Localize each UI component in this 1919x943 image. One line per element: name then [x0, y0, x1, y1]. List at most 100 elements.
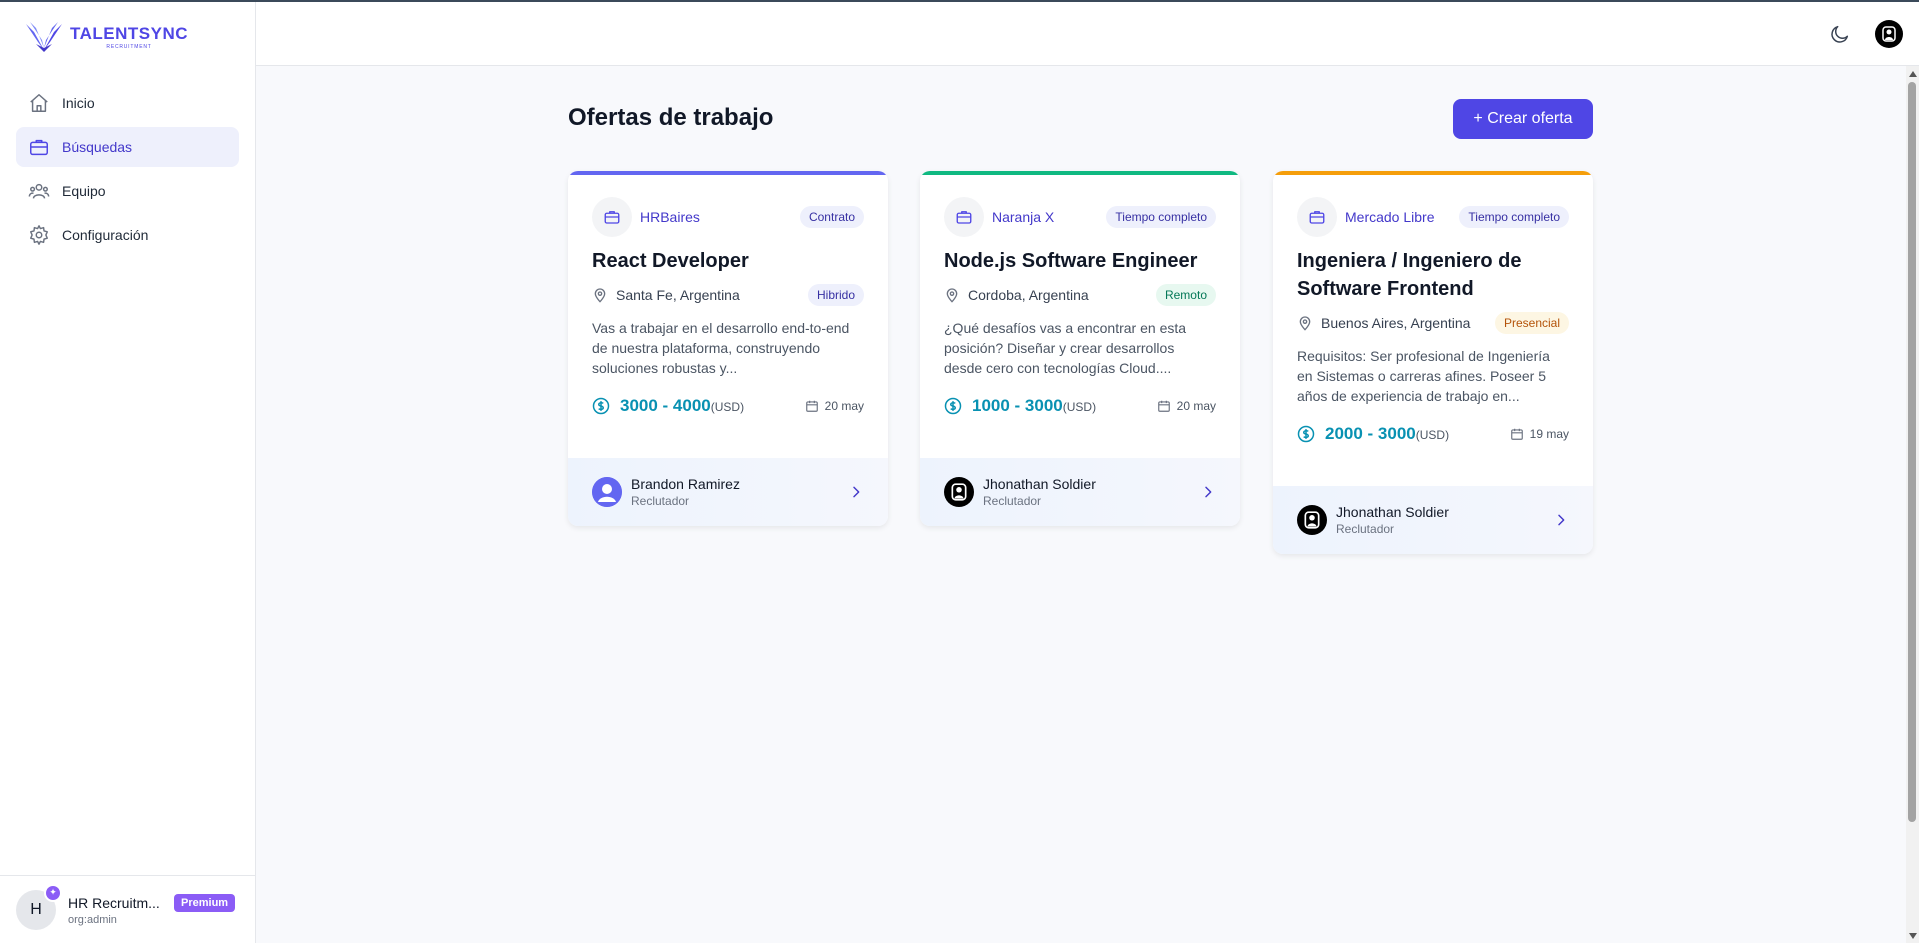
map-pin-icon	[944, 287, 960, 303]
job-card[interactable]: HRBaires Contrato React Developer Santa …	[568, 171, 888, 526]
company-row: HRBaires Contrato	[592, 197, 864, 237]
location-text: Santa Fe, Argentina	[616, 287, 740, 303]
salary-row: 2000 - 3000(USD) 19 may	[1297, 423, 1569, 445]
create-offer-button[interactable]: + Crear oferta	[1453, 99, 1593, 139]
posted-date: 19 may	[1510, 427, 1569, 441]
user-role: org:admin	[68, 913, 117, 926]
home-icon	[28, 92, 50, 114]
salary-range: 3000 - 4000(USD)	[620, 396, 744, 416]
calendar-icon	[1157, 399, 1171, 413]
recruiter-footer[interactable]: Brandon Ramirez Reclutador	[568, 458, 888, 526]
company-name[interactable]: Mercado Libre	[1345, 209, 1459, 225]
user-avatar-icon[interactable]	[1875, 20, 1903, 48]
user-name: HR Recruitm...	[68, 894, 160, 911]
user-row: HR Recruitm... Premium	[68, 893, 236, 912]
dark-profile-avatar-icon	[944, 477, 974, 507]
sidebar-item-busquedas[interactable]: Búsquedas	[16, 127, 239, 167]
briefcase-icon	[1297, 197, 1337, 237]
company-name[interactable]: HRBaires	[640, 209, 800, 225]
chevron-right-icon[interactable]	[1200, 484, 1216, 500]
card-body: Naranja X Tiempo completo Node.js Softwa…	[920, 175, 1240, 417]
app-logo[interactable]: TALENTSYNC RECRUITMENT	[24, 20, 188, 54]
users-icon	[28, 180, 50, 202]
date-text: 20 may	[1176, 399, 1216, 413]
recruiter-name: Jhonathan Soldier	[983, 476, 1096, 492]
briefcase-icon	[592, 197, 632, 237]
work-mode-badge: Remoto	[1155, 284, 1216, 306]
card-body: HRBaires Contrato React Developer Santa …	[568, 175, 888, 417]
scroll-thumb[interactable]	[1908, 82, 1916, 822]
location-text: Buenos Aires, Argentina	[1321, 315, 1471, 331]
sidebar-item-configuracion[interactable]: Configuración	[16, 215, 239, 255]
salary-row: 3000 - 4000(USD) 20 may	[592, 395, 864, 417]
salary-value: 2000 - 3000	[1325, 424, 1416, 443]
location-row: Santa Fe, Argentina Hibrido	[592, 284, 864, 306]
sidebar-user-panel[interactable]: H ✦ HR Recruitm... Premium org:admin	[0, 875, 255, 943]
date-text: 20 may	[824, 399, 864, 413]
scroll-down-arrow[interactable]	[1909, 933, 1917, 939]
salary-value: 1000 - 3000	[972, 396, 1063, 415]
premium-badge: Premium	[174, 893, 236, 912]
chevron-right-icon[interactable]	[848, 484, 864, 500]
logo-name: TALENTSYNC	[70, 23, 189, 43]
map-pin-icon	[592, 287, 608, 303]
moon-icon[interactable]	[1829, 23, 1851, 45]
dollar-icon	[944, 397, 962, 415]
salary-currency: (USD)	[1062, 400, 1097, 414]
salary-range: 1000 - 3000(USD)	[972, 396, 1096, 416]
dark-profile-avatar-icon	[1297, 505, 1327, 535]
posted-date: 20 may	[805, 399, 864, 413]
job-card[interactable]: Naranja X Tiempo completo Node.js Softwa…	[920, 171, 1240, 526]
job-title[interactable]: Node.js Software Engineer	[944, 247, 1216, 275]
date-text: 19 may	[1529, 427, 1569, 441]
sidebar-item-label: Búsquedas	[62, 139, 133, 155]
job-title[interactable]: React Developer	[592, 247, 864, 275]
avatar[interactable]: H ✦	[16, 883, 62, 930]
contract-badge: Contrato	[799, 206, 864, 228]
calendar-icon	[805, 399, 819, 413]
job-card[interactable]: Mercado Libre Tiempo completo Ingeniera …	[1273, 171, 1593, 554]
chevron-right-icon[interactable]	[1553, 512, 1569, 528]
posted-date: 20 may	[1157, 399, 1216, 413]
recruiter-role: Reclutador	[983, 494, 1042, 508]
location-text: Cordoba, Argentina	[968, 287, 1089, 303]
recruiter-name: Jhonathan Soldier	[1336, 504, 1449, 520]
salary-value: 3000 - 4000	[620, 396, 711, 415]
scroll-up-arrow[interactable]	[1909, 71, 1917, 77]
recruiter-role: Reclutador	[1336, 522, 1395, 536]
work-mode-badge: Presencial	[1494, 312, 1569, 334]
job-description: ¿Qué desafíos vas a encontrar en esta po…	[944, 320, 1187, 376]
recruiter-info: Brandon Ramirez Reclutador	[631, 476, 848, 508]
briefcase-icon	[944, 197, 984, 237]
job-description: Requisitos: Ser profesional de Ingenierí…	[1297, 348, 1550, 404]
gear-icon	[28, 224, 50, 246]
sidebar-item-inicio[interactable]: Inicio	[16, 83, 239, 123]
contract-badge: Tiempo completo	[1459, 206, 1569, 228]
recruiter-info: Jhonathan Soldier Reclutador	[983, 476, 1200, 508]
salary-currency: (USD)	[710, 400, 745, 414]
recruiter-footer[interactable]: Jhonathan Soldier Reclutador	[1273, 486, 1593, 554]
logo-subtitle: RECRUITMENT	[106, 43, 152, 50]
recruiter-info: Jhonathan Soldier Reclutador	[1336, 504, 1553, 536]
job-title[interactable]: Ingeniera / Ingeniero de Software Fronte…	[1297, 247, 1569, 303]
sidebar-item-label: Inicio	[62, 95, 95, 111]
sidebar: TALENTSYNC RECRUITMENT Inicio Búsquedas …	[0, 2, 256, 943]
sidebar-item-label: Equipo	[62, 183, 106, 199]
sidebar-item-equipo[interactable]: Equipo	[16, 171, 239, 211]
user-info: HR Recruitm... Premium org:admin	[68, 893, 236, 926]
page-scrollbar[interactable]	[1906, 66, 1919, 943]
top-header	[256, 2, 1919, 66]
dollar-icon	[592, 397, 610, 415]
recruiter-footer[interactable]: Jhonathan Soldier Reclutador	[920, 458, 1240, 526]
job-description: Vas a trabajar en el desarrollo end-to-e…	[592, 320, 850, 376]
map-pin-icon	[1297, 315, 1313, 331]
salary-range: 2000 - 3000(USD)	[1325, 424, 1449, 444]
briefcase-icon	[28, 136, 50, 158]
sidebar-nav: Inicio Búsquedas Equipo Configuración	[16, 83, 239, 259]
sidebar-item-label: Configuración	[62, 227, 149, 243]
sparkle-icon: ✦	[44, 883, 62, 902]
company-name[interactable]: Naranja X	[992, 209, 1106, 225]
salary-row: 1000 - 3000(USD) 20 may	[944, 395, 1216, 417]
location-row: Buenos Aires, Argentina Presencial	[1297, 312, 1569, 334]
default-user-avatar-icon	[592, 477, 622, 507]
